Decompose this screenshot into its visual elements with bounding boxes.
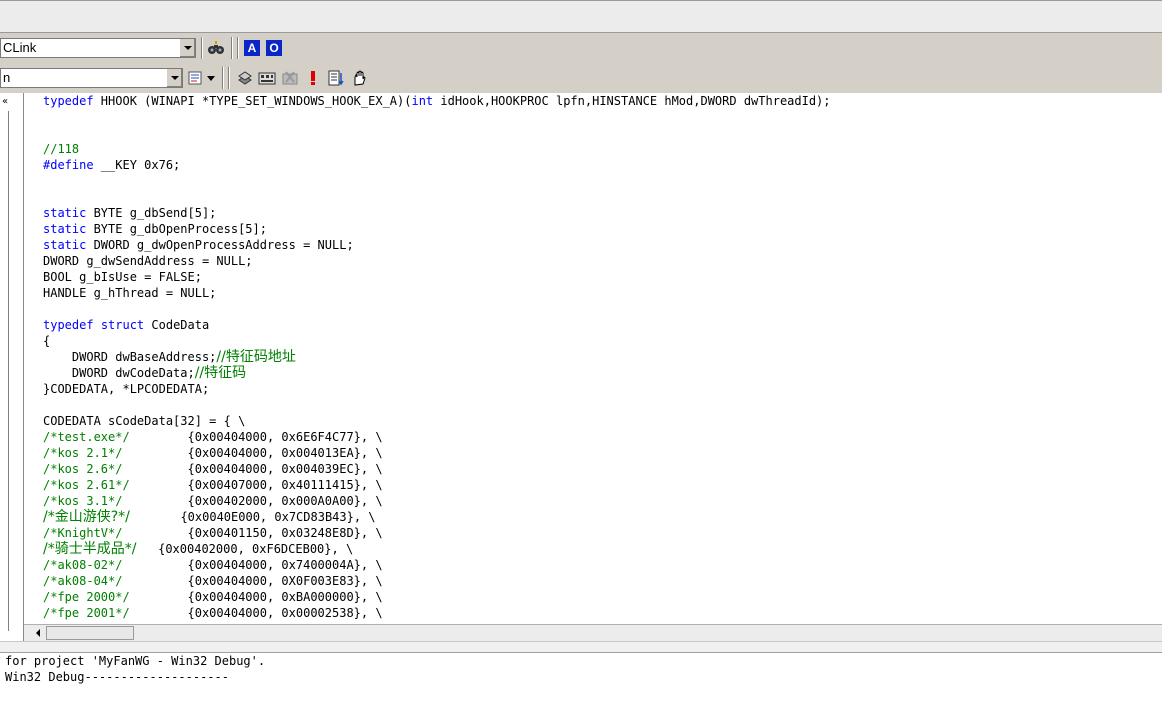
output-pane: for project 'MyFanWG - Win32 Debug'. Win… (0, 653, 1162, 712)
class-combo-value: CLink (3, 40, 37, 55)
stop-build-icon[interactable] (280, 68, 300, 88)
go-debug-icon[interactable] (326, 68, 346, 88)
comment: /*KnightV*/ (43, 526, 123, 540)
comment: /*test.exe*/ (43, 430, 130, 444)
preprocessor: #define (43, 158, 94, 172)
class-combo[interactable]: CLink (0, 38, 196, 58)
a-button[interactable]: A (244, 40, 260, 56)
build-toolbar: n (0, 63, 1162, 93)
comment: //特征码 (194, 365, 247, 381)
comment: /*fpe 2000*/ (43, 590, 130, 604)
comment: /*金山游侠?*/ (43, 509, 130, 525)
output-line: for project 'MyFanWG - Win32 Debug'. (5, 654, 266, 668)
code-editor[interactable]: typedef HHOOK (WINAPI *TYPE_SET_WINDOWS_… (24, 93, 1162, 624)
wizardbar-toolbar: CLink A O (0, 33, 1162, 63)
keyword: static (43, 238, 87, 252)
comment: //118 (43, 142, 80, 156)
comment: //特征码地址 (216, 349, 296, 365)
comment: /*骑士半成品*/ (43, 541, 137, 557)
comment: /*fpe 2001*/ (43, 606, 130, 620)
function-combo-value: n (3, 70, 11, 85)
comment: /*kos 2.1*/ (43, 446, 123, 460)
horizontal-scrollbar[interactable] (24, 624, 1162, 641)
workspace-divider (8, 111, 9, 631)
output-line: Win32 Debug-------------------- (5, 670, 229, 684)
o-button[interactable]: O (266, 40, 282, 56)
keyword: typedef (43, 94, 94, 108)
comment: /*kos 2.6*/ (43, 462, 123, 476)
chevron-down-icon[interactable] (166, 69, 182, 87)
toolbar-separator (228, 67, 230, 89)
code-text: typedef HHOOK (WINAPI *TYPE_SET_WINDOWS_… (43, 94, 831, 620)
workspace-edge: « (0, 93, 24, 641)
scroll-left-arrow-icon[interactable] (31, 626, 45, 640)
output-pane-splitter[interactable] (0, 641, 1162, 653)
comment: /*ak08-02*/ (43, 558, 123, 572)
toolbar-separator (231, 37, 233, 59)
keyword: struct (100, 318, 145, 332)
output-text: for project 'MyFanWG - Win32 Debug'. Win… (5, 653, 265, 685)
toolbar-separator (201, 37, 203, 59)
compile-icon[interactable] (235, 68, 255, 88)
keyword: int (411, 94, 434, 108)
execute-icon[interactable] (303, 68, 323, 88)
toolbar-separator (222, 67, 224, 89)
build-icon[interactable] (257, 68, 277, 88)
comment: /*kos 2.61*/ (43, 478, 130, 492)
chevron-down-icon[interactable] (179, 39, 195, 57)
keyword: static (43, 206, 87, 220)
collapse-chevron[interactable]: « (2, 95, 12, 109)
toolbar-separator (237, 37, 239, 59)
breakpoint-hand-icon[interactable] (349, 68, 369, 88)
comment: /*ak08-04*/ (43, 574, 123, 588)
title-strip (0, 0, 1162, 33)
chevron-down-icon[interactable] (205, 68, 217, 88)
function-list-icon[interactable] (186, 68, 206, 88)
keyword: typedef (43, 318, 94, 332)
find-binoculars-icon[interactable] (206, 38, 226, 58)
keyword: static (43, 222, 87, 236)
code-line: typedef HHOOK (WINAPI *TYPE_SET_WINDOWS_… (43, 94, 831, 108)
function-combo[interactable]: n (0, 68, 183, 88)
comment: /*kos 3.1*/ (43, 494, 123, 508)
scrollbar-thumb[interactable] (46, 626, 134, 640)
